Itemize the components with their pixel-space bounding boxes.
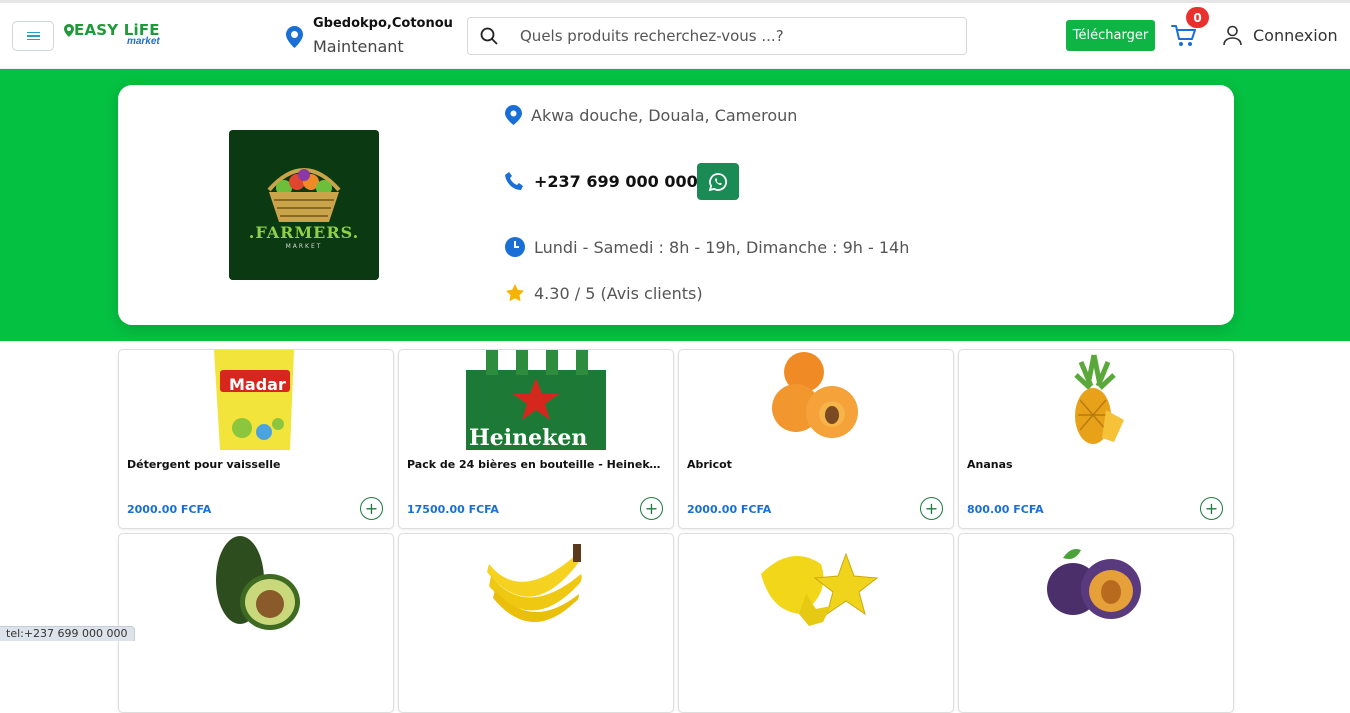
product-name[interactable]: Détergent pour vaisselle <box>127 458 385 471</box>
star-icon <box>506 284 524 302</box>
product-card[interactable] <box>398 533 674 713</box>
product-image-detergent: Madar <box>119 350 393 450</box>
plus-icon: + <box>364 498 379 518</box>
menu-button[interactable] <box>12 21 54 51</box>
product-image-starfruit <box>679 534 953 634</box>
product-image-pineapple <box>959 350 1233 450</box>
hamburger-icon <box>26 30 40 43</box>
location-city: Gbedokpo,Cotonou <box>313 16 453 31</box>
product-image-avocado <box>119 534 393 634</box>
product-card[interactable]: Abricot 2000.00 FCFA + <box>678 349 954 529</box>
search-bar[interactable] <box>467 17 967 55</box>
farmers-market-logo <box>229 130 379 280</box>
download-button[interactable]: Télécharger <box>1066 20 1155 51</box>
add-to-cart-button[interactable]: + <box>640 497 663 520</box>
pin-icon <box>64 24 74 37</box>
product-price: 800.00 FCFA <box>967 503 1044 516</box>
detergent-brand-text: Madar <box>229 375 286 394</box>
product-image-beer: Heineken <box>399 350 673 451</box>
product-image-plum <box>959 534 1233 634</box>
location-pin-icon <box>286 26 303 48</box>
site-logo[interactable]: EASY LiFE market <box>64 23 160 47</box>
product-card[interactable]: Heineken Pack de 24 bières en bouteille … <box>398 349 674 529</box>
product-card[interactable] <box>958 533 1234 713</box>
store-phone[interactable]: +237 699 000 000 <box>534 172 698 191</box>
plus-icon: + <box>1204 498 1219 518</box>
product-card[interactable]: Ananas 800.00 FCFA + <box>958 349 1234 529</box>
logo-title-text: .FARMERS. <box>248 223 360 242</box>
status-bar-link-preview: tel:+237 699 000 000 <box>0 626 135 641</box>
location-pin-icon <box>505 105 522 125</box>
product-image-banana <box>399 534 673 634</box>
store-address: Akwa douche, Douala, Cameroun <box>531 105 798 125</box>
whatsapp-icon <box>708 172 727 191</box>
top-header: EASY LiFE market Gbedokpo,Cotonou Mainte… <box>0 3 1350 69</box>
store-hours-row: Lundi - Samedi : 8h - 19h, Dimanche : 9h… <box>505 237 909 257</box>
store-hero: .FARMERS. MARKET Akwa douche, Douala, Ca… <box>0 69 1350 341</box>
product-price: 2000.00 FCFA <box>127 503 212 516</box>
store-rating: 4.30 / 5 (Avis clients) <box>534 283 703 303</box>
product-name[interactable]: Ananas <box>967 458 1225 471</box>
product-card[interactable] <box>118 533 394 713</box>
user-icon <box>1223 25 1242 46</box>
phone-icon <box>505 172 523 190</box>
clock-icon <box>505 237 525 257</box>
product-card[interactable] <box>678 533 954 713</box>
whatsapp-button[interactable] <box>697 163 739 200</box>
store-hours: Lundi - Samedi : 8h - 19h, Dimanche : 9h… <box>534 237 910 257</box>
login-label: Connexion <box>1253 26 1338 45</box>
cart-count-badge: 0 <box>1186 7 1209 28</box>
product-name[interactable]: Abricot <box>687 458 945 471</box>
plus-icon: + <box>924 498 939 518</box>
login-button[interactable]: Connexion <box>1222 25 1338 46</box>
location-time: Maintenant <box>313 37 404 56</box>
store-rating-row: 4.30 / 5 (Avis clients) <box>505 283 703 303</box>
product-image-apricot <box>679 350 953 450</box>
store-phone-row[interactable]: +237 699 000 000 <box>505 171 698 191</box>
product-price: 17500.00 FCFA <box>407 503 499 516</box>
search-icon <box>480 27 498 45</box>
add-to-cart-button[interactable]: + <box>360 497 383 520</box>
add-to-cart-button[interactable]: + <box>1200 497 1223 520</box>
logo-sub-text: MARKET <box>285 243 323 250</box>
search-input[interactable] <box>520 27 940 45</box>
add-to-cart-button[interactable]: + <box>920 497 943 520</box>
beer-brand-text: Heineken <box>469 425 588 451</box>
store-address-row: Akwa douche, Douala, Cameroun <box>505 105 797 125</box>
delivery-location[interactable]: Gbedokpo,Cotonou Maintenant <box>286 16 453 56</box>
store-logo: .FARMERS. MARKET <box>229 130 379 280</box>
product-price: 2000.00 FCFA <box>687 503 772 516</box>
plus-icon: + <box>644 498 659 518</box>
store-info-card: .FARMERS. MARKET Akwa douche, Douala, Ca… <box>118 85 1234 325</box>
product-card[interactable]: Madar Détergent pour vaisselle 2000.00 F… <box>118 349 394 529</box>
cart-button[interactable] <box>1171 24 1197 52</box>
product-name[interactable]: Pack de 24 bières en bouteille - Heineke… <box>407 458 665 471</box>
